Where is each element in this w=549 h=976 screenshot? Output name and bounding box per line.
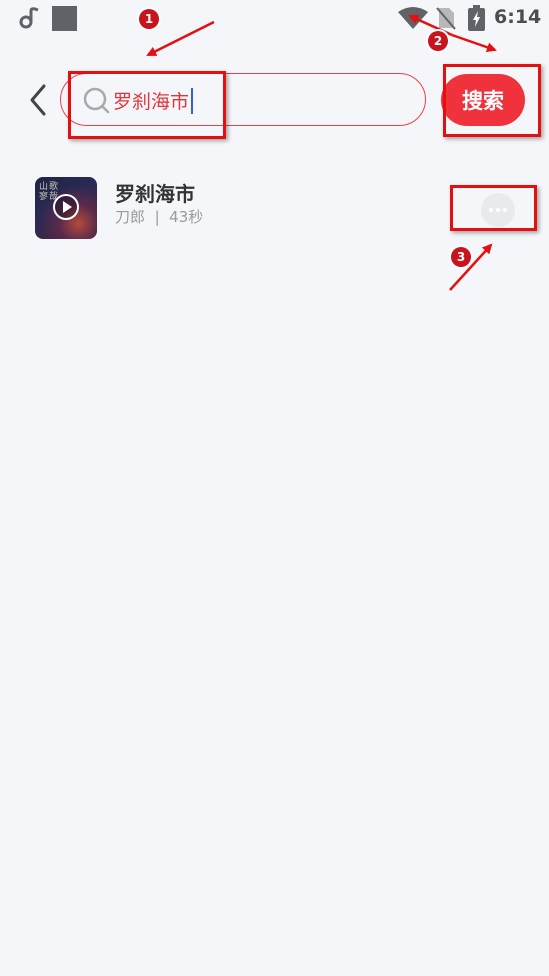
back-arrow-icon[interactable] xyxy=(24,82,54,118)
annotation-badge-2: 2 xyxy=(428,31,448,51)
app-notification-icon xyxy=(19,7,39,29)
song-title: 罗刹海市 xyxy=(115,182,195,206)
status-bar: 6:14 xyxy=(0,0,549,40)
song-meta: 刀郎 | 43秒 xyxy=(115,206,203,227)
annotation-arrows xyxy=(146,14,497,291)
song-duration: 43秒 xyxy=(169,208,204,226)
artist-name: 刀郎 xyxy=(115,208,146,226)
annotation-box-search-button xyxy=(443,64,541,137)
no-sim-icon xyxy=(436,7,456,30)
square-notification-icon xyxy=(52,6,77,31)
wifi-icon xyxy=(398,7,428,29)
annotation-badge-3: 3 xyxy=(451,247,471,267)
annotation-box-more-button xyxy=(450,185,537,231)
meta-separator: | xyxy=(154,208,160,226)
play-icon[interactable] xyxy=(52,193,80,221)
battery-charging-icon xyxy=(468,5,485,31)
annotation-box-search-input xyxy=(68,71,226,139)
album-cover[interactable]: 山歌寥哉 xyxy=(35,177,97,239)
annotation-badge-1: 1 xyxy=(139,9,159,29)
clock-time: 6:14 xyxy=(494,6,542,28)
